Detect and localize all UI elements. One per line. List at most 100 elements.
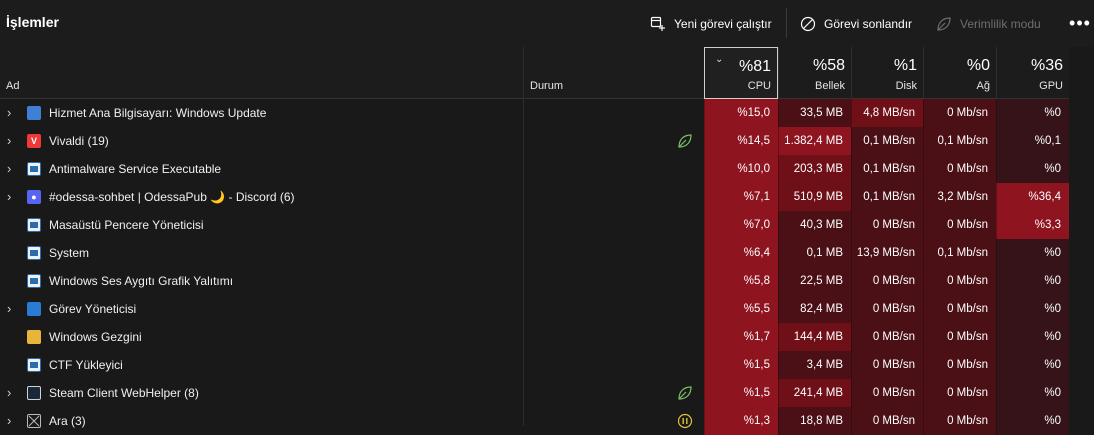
process-row[interactable]: Windows Gezgini %1,7 144,4 MB 0 MB/sn 0 Mb/s… — [0, 323, 1094, 351]
block-icon — [800, 16, 816, 32]
memory-total: %58 — [812, 57, 845, 74]
efficiency-mode-label: Verimlilik modu — [960, 16, 1041, 31]
gpu-cell: %0 — [996, 351, 1069, 379]
process-row[interactable]: CTF Yükleyici %1,5 3,4 MB 0 MB/sn 0 Mb/sn %0 — [0, 351, 1094, 379]
disk-cell: 0,1 MB/sn — [851, 127, 923, 155]
efficiency-mode-button[interactable]: Verimlilik modu — [936, 0, 1041, 47]
cpu-cell: %1,7 — [704, 323, 778, 351]
process-row[interactable]: System %6,4 0,1 MB 13,9 MB/sn 0,1 Mb/sn %0 — [0, 239, 1094, 267]
memory-cell: 22,5 MB — [778, 267, 851, 295]
memory-cell: 0,1 MB — [778, 239, 851, 267]
cpu-cell: %10,0 — [704, 155, 778, 183]
page-title: İşlemler — [6, 14, 59, 30]
memory-cell: 3,4 MB — [778, 351, 851, 379]
new-task-label: Yeni görevi çalıştır — [674, 16, 772, 31]
cpu-cell: %5,5 — [704, 295, 778, 323]
network-cell: 0 Mb/sn — [923, 99, 996, 127]
disk-cell: 0 MB/sn — [851, 295, 923, 323]
column-header-memory[interactable]: %58 Bellek — [778, 47, 851, 99]
expand-chevron-icon[interactable]: › — [7, 386, 17, 399]
disk-cell: 13,9 MB/sn — [851, 239, 923, 267]
gpu-cell: %0,1 — [996, 127, 1069, 155]
expand-chevron-icon[interactable]: › — [7, 190, 17, 203]
process-row[interactable]: › Ara (3) %1,3 18,8 MB 0 MB/sn 0 Mb/sn %0 — [0, 407, 1094, 435]
process-name: System — [49, 246, 90, 260]
vivaldi-icon: V — [27, 134, 41, 148]
sort-chevron-down-icon: ⌄ — [715, 54, 724, 65]
process-row[interactable]: Masaüstü Pencere Yöneticisi %7,0 40,3 MB 0 … — [0, 211, 1094, 239]
cpu-cell: %14,5 — [704, 127, 778, 155]
process-name: Antimalware Service Executable — [49, 162, 222, 176]
process-row[interactable]: Windows Ses Aygıtı Grafik Yalıtımı %5,8 22… — [0, 267, 1094, 295]
gpu-label: GPU — [1039, 80, 1063, 92]
memory-cell: 203,3 MB — [778, 155, 851, 183]
leaf-icon — [677, 385, 693, 401]
network-cell: 0 Mb/sn — [923, 155, 996, 183]
column-header-name[interactable]: Ad — [0, 47, 523, 99]
disk-cell: 0 MB/sn — [851, 379, 923, 407]
expand-chevron-icon[interactable]: › — [7, 414, 17, 427]
end-task-button[interactable]: Görevi sonlandır — [800, 0, 912, 47]
expand-chevron-icon[interactable]: › — [7, 106, 17, 119]
network-cell: 0,1 Mb/sn — [923, 239, 996, 267]
network-cell: 0 Mb/sn — [923, 267, 996, 295]
column-header-status[interactable]: Durum — [524, 47, 704, 99]
memory-cell: 40,3 MB — [778, 211, 851, 239]
window-icon — [27, 246, 41, 260]
process-row[interactable]: › V Vivaldi (19) %14,5 1.382,4 MB 0,1 MB/sn 0,… — [0, 127, 1094, 155]
network-cell: 0 Mb/sn — [923, 379, 996, 407]
task-manager-icon — [27, 302, 41, 316]
cpu-cell: %6,4 — [704, 239, 778, 267]
process-name: Steam Client WebHelper (8) — [49, 386, 199, 400]
memory-cell: 33,5 MB — [778, 99, 851, 127]
cpu-cell: %7,1 — [704, 183, 778, 211]
network-cell: 0 Mb/sn — [923, 211, 996, 239]
cpu-cell: %7,0 — [704, 211, 778, 239]
process-row[interactable]: › Antimalware Service Executable %10,0 203,… — [0, 155, 1094, 183]
column-header-network[interactable]: %0 Ağ — [923, 47, 996, 99]
steam-icon — [27, 386, 41, 400]
window-icon — [27, 162, 41, 176]
expand-chevron-icon[interactable]: › — [7, 134, 17, 147]
gpu-cell: %0 — [996, 267, 1069, 295]
column-header-gpu[interactable]: %36 GPU — [996, 47, 1069, 99]
disk-label: Disk — [895, 80, 917, 92]
network-cell: 0 Mb/sn — [923, 351, 996, 379]
gear-icon — [27, 106, 41, 120]
gpu-cell: %0 — [996, 295, 1069, 323]
network-label: Ağ — [976, 80, 990, 92]
discord-icon: ● — [27, 190, 41, 204]
memory-cell: 510,9 MB — [778, 183, 851, 211]
disk-cell: 0 MB/sn — [851, 407, 923, 435]
column-header-disk[interactable]: %1 Disk — [851, 47, 923, 99]
memory-cell: 144,4 MB — [778, 323, 851, 351]
gpu-cell: %36,4 — [996, 183, 1069, 211]
disk-cell: 0 MB/sn — [851, 323, 923, 351]
cpu-cell: %5,8 — [704, 267, 778, 295]
process-name: Masaüstü Pencere Yöneticisi — [49, 218, 204, 232]
cpu-cell: %1,5 — [704, 351, 778, 379]
disk-cell: 4,8 MB/sn — [851, 99, 923, 127]
gpu-cell: %0 — [996, 155, 1069, 183]
expand-chevron-icon[interactable]: › — [7, 162, 17, 175]
more-options-icon[interactable]: ••• — [1068, 13, 1092, 33]
expand-chevron-icon[interactable]: › — [7, 302, 17, 315]
process-name: Hizmet Ana Bilgisayarı: Windows Update — [49, 106, 267, 120]
process-list: › Hizmet Ana Bilgisayarı: Windows Update%… — [0, 99, 1094, 435]
cpu-total: %81 — [738, 58, 771, 75]
pause-icon — [677, 413, 693, 429]
network-cell: 0,1 Mb/sn — [923, 127, 996, 155]
gpu-cell: %0 — [996, 407, 1069, 435]
process-row[interactable]: › Steam Client WebHelper (8) %1,5 241,4 MB 0… — [0, 379, 1094, 407]
cpu-label: CPU — [747, 80, 771, 92]
window-icon — [27, 218, 41, 232]
process-row[interactable]: › Görev Yöneticisi %5,5 82,4 MB 0 MB/sn 0 Mb/… — [0, 295, 1094, 323]
column-header-cpu[interactable]: ⌄ %81 CPU — [704, 47, 778, 99]
process-row[interactable]: › Hizmet Ana Bilgisayarı: Windows Update%… — [0, 99, 1094, 127]
end-task-label: Görevi sonlandır — [824, 16, 913, 31]
new-task-button[interactable]: Yeni görevi çalıştır — [650, 0, 772, 47]
memory-cell: 1.382,4 MB — [778, 127, 851, 155]
leaf-icon — [936, 16, 952, 32]
process-name: Vivaldi (19) — [49, 134, 109, 148]
process-row[interactable]: › ● #odessa-sohbet | OdessaPub 🌙 - Discord… — [0, 183, 1094, 211]
